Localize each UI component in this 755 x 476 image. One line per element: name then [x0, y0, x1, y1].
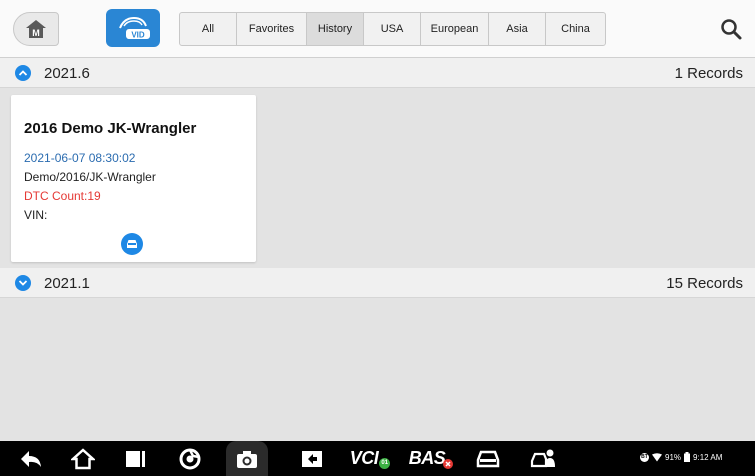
tab-history[interactable]: History: [307, 13, 364, 45]
home-outline-icon: [71, 447, 95, 469]
screen-capture-icon: [302, 450, 322, 467]
tab-all[interactable]: All: [180, 13, 237, 45]
group-header-2021-6[interactable]: 2021.6 1 Records: [0, 58, 755, 88]
chevron-up-icon[interactable]: [15, 65, 31, 81]
home-icon: M: [26, 20, 46, 38]
record-vin: VIN:: [24, 208, 48, 222]
home-nav-button[interactable]: [63, 441, 103, 476]
car-front-icon: [476, 450, 500, 467]
back-arrow-icon: [21, 450, 41, 467]
bas-status-x-icon: [443, 458, 454, 469]
bottom-navigation-bar: VCI 01 BAS BT 91% 9:12 AM: [0, 441, 755, 476]
record-card[interactable]: 2016 Demo JK-Wrangler 2021-06-07 08:30:0…: [11, 95, 256, 262]
home-button[interactable]: M: [13, 12, 59, 46]
tab-china[interactable]: China: [546, 13, 605, 45]
record-date: 2021-06-07 08:30:02: [24, 151, 136, 165]
battery-percent: 91%: [665, 452, 682, 462]
tab-asia[interactable]: Asia: [489, 13, 546, 45]
camera-icon: [237, 450, 257, 468]
bas-label: BAS: [408, 448, 446, 468]
browser-icon: [179, 448, 201, 469]
status-bar: BT 91% 9:12 AM: [640, 452, 722, 462]
vci-status-badge: 01: [379, 458, 391, 469]
group-body-2021-1: [0, 298, 755, 441]
vid-car-icon: VID: [119, 16, 150, 40]
car-icon[interactable]: [121, 233, 143, 255]
tab-favorites[interactable]: Favorites: [237, 13, 307, 45]
tab-european[interactable]: European: [421, 13, 489, 45]
vci-button[interactable]: VCI 01: [344, 441, 396, 476]
group-header-2021-1[interactable]: 2021.1 15 Records: [0, 268, 755, 298]
record-dtc-count: DTC Count:19: [24, 189, 101, 203]
group-title: 2021.6: [44, 65, 90, 82]
recent-apps-icon: [126, 450, 145, 467]
record-path: Demo/2016/JK-Wrangler: [24, 170, 156, 184]
group-title: 2021.1: [44, 275, 90, 292]
svg-text:M: M: [32, 28, 40, 38]
bas-button[interactable]: BAS: [404, 441, 458, 476]
group-record-count: 15 Records: [666, 275, 743, 292]
tab-usa[interactable]: USA: [364, 13, 421, 45]
bluetooth-icon: BT: [640, 452, 649, 462]
svg-text:VID: VID: [131, 31, 145, 40]
chevron-down-icon[interactable]: [15, 275, 31, 291]
vid-button[interactable]: VID: [106, 9, 160, 47]
camera-button[interactable]: [226, 441, 268, 476]
vehicle-button[interactable]: [470, 441, 506, 476]
remote-expert-button[interactable]: [524, 441, 564, 476]
battery-icon: [684, 452, 691, 462]
search-button[interactable]: [718, 16, 744, 42]
remote-expert-icon: [530, 449, 555, 467]
screen-capture-button[interactable]: [295, 441, 329, 476]
vci-label: VCI: [349, 448, 379, 468]
clock: 9:12 AM: [693, 452, 723, 462]
top-toolbar: M VID All Favorites History USA European…: [0, 0, 755, 58]
back-button[interactable]: [14, 441, 48, 476]
recent-apps-button[interactable]: [118, 441, 152, 476]
wifi-icon: [652, 452, 662, 461]
browser-button[interactable]: [170, 441, 210, 476]
group-record-count: 1 Records: [674, 65, 743, 82]
record-title: 2016 Demo JK-Wrangler: [24, 120, 197, 137]
search-icon: [721, 19, 742, 40]
category-tabs: All Favorites History USA European Asia …: [179, 12, 606, 46]
